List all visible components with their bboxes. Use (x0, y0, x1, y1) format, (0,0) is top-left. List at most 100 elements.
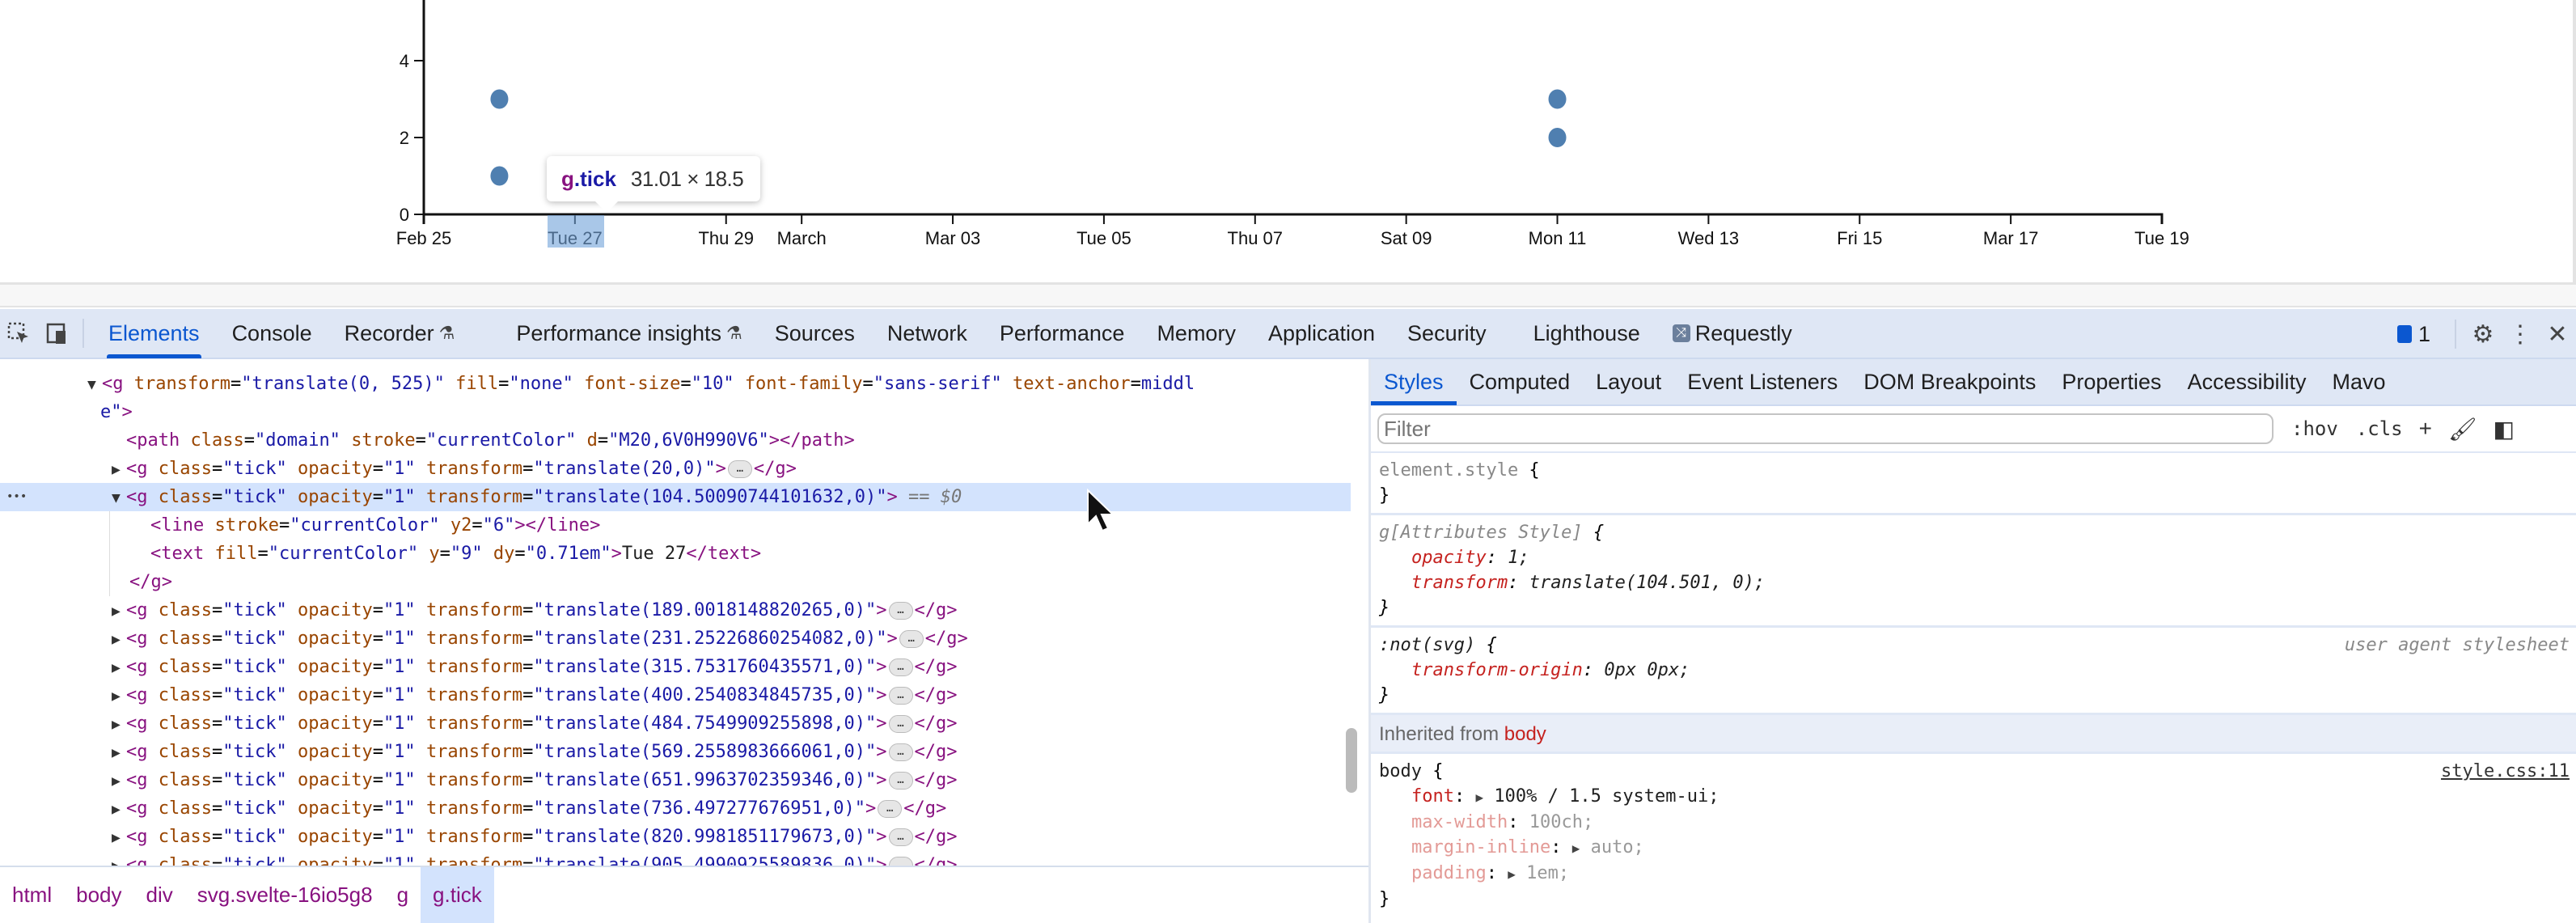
inspect-element-icon[interactable] (0, 308, 37, 358)
expand-shorthand-icon[interactable]: ▶ (1475, 790, 1483, 805)
collapsed-children-icon[interactable]: … (888, 602, 913, 620)
collapsed-children-icon[interactable]: … (888, 828, 913, 846)
tab-event-listeners[interactable]: Event Listeners (1674, 358, 1851, 405)
expand-triangle-icon[interactable]: ▶ (112, 654, 126, 682)
property-name[interactable]: max-width (1411, 812, 1508, 832)
breadcrumb-item[interactable]: body (64, 867, 133, 923)
collapsed-children-icon[interactable]: … (888, 743, 913, 761)
collapsed-children-icon[interactable]: … (888, 772, 913, 790)
tab-mavo[interactable]: Mavo (2319, 358, 2398, 405)
collapse-triangle-icon[interactable]: ▼ (112, 484, 126, 512)
breadcrumb-item[interactable]: html (0, 867, 64, 923)
property-name[interactable]: opacity (1411, 548, 1487, 568)
breadcrumb-item[interactable]: div (134, 867, 185, 923)
tab-requestly[interactable]: ⤨ Requestly (1656, 308, 1808, 358)
dom-node-axis-group-wrap[interactable]: e"> (0, 398, 1351, 426)
close-icon[interactable]: ✕ (2539, 309, 2576, 359)
data-point[interactable] (490, 89, 509, 109)
data-point[interactable] (490, 166, 509, 186)
dom-node-tick[interactable]: ▶<g class="tick" opacity="1" transform="… (0, 681, 1351, 709)
dom-node-tick[interactable]: ▶<g class="tick" opacity="1" transform="… (0, 653, 1351, 681)
expand-triangle-icon[interactable]: ▶ (112, 710, 126, 739)
property-name[interactable]: margin-inline (1411, 837, 1550, 857)
tab-console[interactable]: Console (216, 308, 328, 358)
collapsed-children-icon[interactable]: … (888, 857, 913, 866)
breadcrumb-item[interactable]: g.tick (421, 867, 494, 923)
dom-node-domain-path[interactable]: <path class="domain" stroke="currentColo… (0, 426, 1351, 455)
tab-computed[interactable]: Computed (1457, 358, 1584, 405)
tab-security[interactable]: Security (1391, 308, 1503, 358)
tab-application[interactable]: Application (1252, 308, 1391, 358)
tab-properties[interactable]: Properties (2049, 358, 2174, 405)
dom-node-tick-selected[interactable]: ▼ <g class="tick" opacity="1" transform="… (0, 483, 1351, 511)
dom-node-tick[interactable]: ▶<g class="tick" opacity="1" transform="… (0, 794, 1351, 823)
tab-dom-breakpoints[interactable]: DOM Breakpoints (1851, 358, 2049, 405)
expand-triangle-icon[interactable]: ▶ (112, 767, 126, 795)
collapsed-children-icon[interactable]: … (888, 715, 913, 733)
expand-triangle-icon[interactable]: ▶ (112, 625, 126, 654)
dom-node-tick[interactable]: ▶<g class="tick" opacity="1" transform="… (0, 625, 1351, 653)
device-toolbar-icon[interactable] (37, 308, 74, 358)
styles-filter-input[interactable] (1377, 413, 2274, 444)
property-name[interactable]: transform (1411, 573, 1508, 593)
dom-node-tick[interactable]: ▶<g class="tick" opacity="1" transform="… (0, 823, 1351, 851)
expand-triangle-icon[interactable]: ▶ (112, 455, 126, 484)
issues-badge[interactable]: 1 (2396, 322, 2430, 347)
expand-triangle-icon[interactable]: ▶ (112, 597, 126, 625)
rule-selector[interactable]: element.style (1379, 460, 1518, 481)
class-toggle[interactable]: .cls (2356, 417, 2403, 440)
tab-network[interactable]: Network (871, 308, 983, 358)
collapsed-children-icon[interactable]: … (888, 687, 913, 705)
tab-layout[interactable]: Layout (1583, 358, 1674, 405)
dom-node-tick[interactable]: ▶<g class="tick" opacity="1" transform="… (0, 455, 1351, 483)
expand-triangle-icon[interactable]: ▶ (112, 682, 126, 710)
property-value[interactable]: 100% / 1.5 system-ui; (1494, 786, 1719, 807)
dom-node-tick[interactable]: ▶<g class="tick" opacity="1" transform="… (0, 738, 1351, 766)
data-point[interactable] (1548, 89, 1567, 109)
dom-node-line[interactable]: <line stroke="currentColor" y2="6"></lin… (0, 511, 1351, 540)
collapse-triangle-icon[interactable]: ▼ (87, 370, 102, 399)
tab-recorder[interactable]: Recorder ⚗ (328, 308, 472, 358)
collapsed-children-icon[interactable]: … (888, 658, 913, 676)
elements-scrollbar[interactable] (1346, 728, 1357, 793)
inherited-from-link[interactable]: body (1504, 723, 1546, 745)
new-style-rule-icon[interactable]: + (2419, 416, 2432, 442)
tab-lighthouse[interactable]: Lighthouse (1517, 308, 1656, 358)
tab-styles[interactable]: Styles (1371, 358, 1457, 405)
dom-node-tick[interactable]: ▶<g class="tick" opacity="1" transform="… (0, 596, 1351, 625)
dom-node-tick[interactable]: ▶<g class="tick" opacity="1" transform="… (0, 766, 1351, 794)
dom-node-close[interactable]: </g> (0, 568, 1351, 596)
expand-shorthand-icon[interactable]: ▶ (1508, 866, 1516, 882)
rule-source-link[interactable]: style.css:11 (2441, 759, 2570, 784)
tab-elements[interactable]: Elements (92, 308, 216, 358)
more-options-icon[interactable]: ⋮ (2502, 309, 2539, 359)
tab-sources[interactable]: Sources (759, 308, 871, 358)
property-name[interactable]: padding (1411, 863, 1487, 883)
dom-node-tick[interactable]: ▶<g class="tick" opacity="1" transform="… (0, 851, 1351, 866)
property-value[interactable]: translate(104.501, 0); (1529, 573, 1765, 593)
property-value[interactable]: 1; (1508, 548, 1529, 568)
tab-performance[interactable]: Performance (983, 308, 1141, 358)
expand-triangle-icon[interactable]: ▶ (112, 739, 126, 767)
collapsed-children-icon[interactable]: … (899, 630, 924, 648)
node-actions-ellipsis[interactable]: ••• (6, 483, 27, 511)
breadcrumb-item[interactable]: svg.svelte-16io5g8 (185, 867, 385, 923)
dom-node-tick[interactable]: ▶<g class="tick" opacity="1" transform="… (0, 709, 1351, 738)
dom-comment[interactable] (0, 359, 1351, 370)
dom-node-axis-group[interactable]: ▼ <g transform="translate(0, 525)" fill="… (0, 370, 1351, 398)
collapsed-children-icon[interactable]: … (878, 800, 903, 818)
property-value[interactable]: 1em; (1526, 863, 1569, 883)
tab-performance-insights[interactable]: Performance insights ⚗ (500, 308, 758, 358)
hover-state-toggle[interactable]: :hov (2291, 417, 2338, 440)
expand-triangle-icon[interactable]: ▶ (112, 852, 126, 866)
expand-shorthand-icon[interactable]: ▶ (1572, 840, 1580, 856)
dom-node-text[interactable]: <text fill="currentColor" y="9" dy="0.71… (0, 540, 1351, 568)
data-point[interactable] (1548, 128, 1567, 147)
collapsed-children-icon[interactable]: … (727, 460, 752, 478)
expand-triangle-icon[interactable]: ▶ (112, 795, 126, 824)
tab-memory[interactable]: Memory (1140, 308, 1252, 358)
settings-gear-icon[interactable]: ⚙ (2464, 309, 2502, 359)
property-value[interactable]: 100ch; (1529, 812, 1593, 832)
tab-accessibility[interactable]: Accessibility (2174, 358, 2319, 405)
breadcrumb-item[interactable]: g (385, 867, 421, 923)
